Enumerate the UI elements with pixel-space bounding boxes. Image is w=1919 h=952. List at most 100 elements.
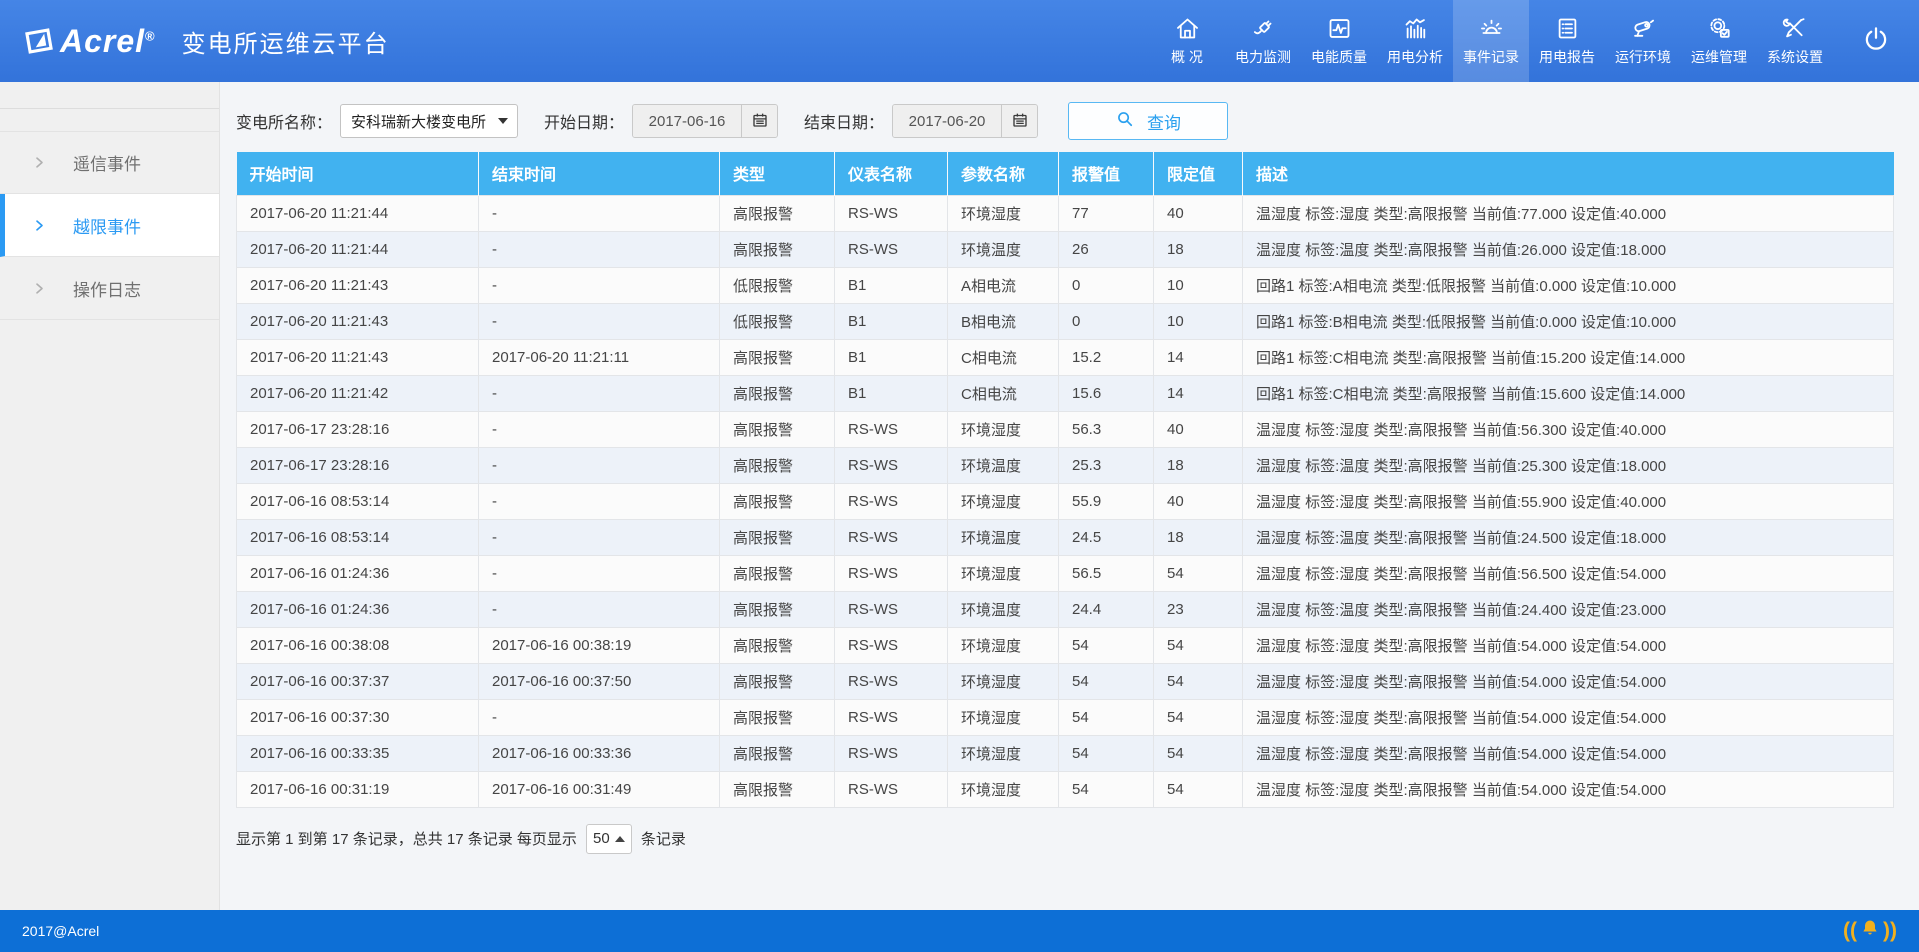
table-cell: 2017-06-20 11:21:42	[237, 375, 479, 411]
table-cell: 温湿度 标签:温度 类型:高限报警 当前值:24.400 设定值:23.000	[1243, 591, 1894, 627]
end-date-input[interactable]	[893, 105, 1001, 137]
table-row: 2017-06-16 00:38:082017-06-16 00:38:19高限…	[237, 627, 1894, 663]
nav-item-chart-box[interactable]: 电能质量	[1301, 0, 1377, 82]
pagination: 显示第 1 到第 17 条记录，总共 17 条记录 每页显示 50 条记录	[236, 824, 1894, 854]
events-table: 开始时间结束时间类型仪表名称参数名称报警值限定值描述 2017-06-20 11…	[236, 152, 1894, 808]
nav-item-gear[interactable]: 运维管理	[1681, 0, 1757, 82]
table-cell: 温湿度 标签:湿度 类型:高限报警 当前值:54.000 设定值:54.000	[1243, 627, 1894, 663]
table-cell: RS-WS	[835, 771, 948, 807]
nav-label: 运维管理	[1691, 47, 1747, 67]
table-cell: 18	[1154, 231, 1243, 267]
table-cell: 高限报警	[720, 519, 835, 555]
column-header: 描述	[1243, 152, 1894, 195]
table-cell: -	[479, 303, 720, 339]
table-cell: 24.4	[1059, 591, 1154, 627]
end-date-calendar-button[interactable]	[1001, 105, 1037, 137]
table-cell: 0	[1059, 267, 1154, 303]
table-cell: C相电流	[948, 339, 1059, 375]
nav-label: 运行环境	[1615, 47, 1671, 67]
table-cell: -	[479, 411, 720, 447]
column-header: 结束时间	[479, 152, 720, 195]
report-icon	[1554, 15, 1581, 42]
table-cell: -	[479, 267, 720, 303]
table-cell: 2017-06-17 23:28:16	[237, 411, 479, 447]
camera-icon	[1630, 15, 1657, 42]
table-cell: 56.5	[1059, 555, 1154, 591]
table-row: 2017-06-20 11:21:43-低限报警B1A相电流010回路1 标签:…	[237, 267, 1894, 303]
sidebar-item-3[interactable]: 操作日志	[0, 257, 219, 320]
table-cell: 14	[1154, 339, 1243, 375]
table-cell: 55.9	[1059, 483, 1154, 519]
chevron-right-icon	[32, 218, 47, 233]
pagination-summary: 显示第 1 到第 17 条记录，总共 17 条记录 每页显示	[236, 828, 577, 849]
table-cell: 高限报警	[720, 447, 835, 483]
table-cell: 40	[1154, 483, 1243, 519]
start-date-input[interactable]	[633, 105, 741, 137]
table-cell: 温湿度 标签:温度 类型:高限报警 当前值:24.500 设定值:18.000	[1243, 519, 1894, 555]
nav-item-bar-chart[interactable]: 用电分析	[1377, 0, 1453, 82]
chevron-down-icon	[498, 118, 508, 124]
table-cell: 高限报警	[720, 411, 835, 447]
sidebar: 遥信事件 越限事件 操作日志	[0, 82, 220, 910]
nav-item-camera[interactable]: 运行环境	[1605, 0, 1681, 82]
nav-item-plug[interactable]: 电力监测	[1225, 0, 1301, 82]
table-row: 2017-06-20 11:21:44-高限报警RS-WS环境温度2618温湿度…	[237, 231, 1894, 267]
table-cell: 温湿度 标签:湿度 类型:高限报警 当前值:54.000 设定值:54.000	[1243, 735, 1894, 771]
nav-item-tools[interactable]: 系统设置	[1757, 0, 1833, 82]
table-cell: RS-WS	[835, 699, 948, 735]
page-title: 变电所运维云平台	[182, 24, 390, 59]
table-cell: -	[479, 591, 720, 627]
column-header: 限定值	[1154, 152, 1243, 195]
table-cell: 高限报警	[720, 375, 835, 411]
home-icon	[1174, 15, 1201, 42]
sidebar-item-1[interactable]: 遥信事件	[0, 131, 219, 194]
calendar-icon	[751, 111, 769, 132]
table-cell: 环境湿度	[948, 483, 1059, 519]
nav-label: 用电报告	[1539, 47, 1595, 67]
table-body: 2017-06-20 11:21:44-高限报警RS-WS环境湿度7740温湿度…	[237, 195, 1894, 807]
table-cell: 54	[1154, 699, 1243, 735]
bell-wave-left: ((	[1843, 919, 1857, 943]
table-cell: 24.5	[1059, 519, 1154, 555]
table-cell: RS-WS	[835, 591, 948, 627]
table-row: 2017-06-16 08:53:14-高限报警RS-WS环境湿度55.940温…	[237, 483, 1894, 519]
table-cell: 54	[1154, 771, 1243, 807]
start-date-calendar-button[interactable]	[741, 105, 777, 137]
table-cell: 54	[1059, 735, 1154, 771]
nav-item-report[interactable]: 用电报告	[1529, 0, 1605, 82]
table-cell: B1	[835, 339, 948, 375]
table-cell: RS-WS	[835, 231, 948, 267]
table-cell: 环境温度	[948, 591, 1059, 627]
column-header: 参数名称	[948, 152, 1059, 195]
table-cell: B1	[835, 303, 948, 339]
nav-item-home[interactable]: 概 况	[1149, 0, 1225, 82]
search-button[interactable]: 查询	[1068, 102, 1228, 140]
table-cell: 54	[1154, 663, 1243, 699]
table-cell: 环境温度	[948, 447, 1059, 483]
table-cell: B1	[835, 267, 948, 303]
sidebar-item-2[interactable]: 越限事件	[0, 194, 219, 257]
table-cell: 54	[1154, 735, 1243, 771]
table-cell: 温湿度 标签:湿度 类型:高限报警 当前值:56.500 设定值:54.000	[1243, 555, 1894, 591]
station-label: 变电所名称：	[236, 109, 332, 133]
tools-icon	[1782, 15, 1809, 42]
table-cell: 2017-06-16 00:33:35	[237, 735, 479, 771]
table-cell: 25.3	[1059, 447, 1154, 483]
logout-power-button[interactable]	[1833, 0, 1919, 82]
table-cell: 温湿度 标签:湿度 类型:高限报警 当前值:56.300 设定值:40.000	[1243, 411, 1894, 447]
sidebar-item-label: 遥信事件	[73, 150, 141, 175]
nav-label: 系统设置	[1767, 47, 1823, 67]
table-cell: -	[479, 555, 720, 591]
page-size-select[interactable]: 50	[586, 824, 632, 854]
table-cell: 高限报警	[720, 591, 835, 627]
table-cell: 温湿度 标签:温度 类型:高限报警 当前值:26.000 设定值:18.000	[1243, 231, 1894, 267]
table-cell: 54	[1059, 771, 1154, 807]
table-cell: RS-WS	[835, 663, 948, 699]
bar-chart-icon	[1402, 15, 1429, 42]
station-select[interactable]: 安科瑞新大楼变电所	[340, 104, 518, 138]
notification-bell-button[interactable]: (( ))	[1843, 916, 1897, 946]
nav-item-alarm[interactable]: 事件记录	[1453, 0, 1529, 82]
column-header: 报警值	[1059, 152, 1154, 195]
table-cell: 高限报警	[720, 195, 835, 231]
table-cell: 2017-06-16 00:33:36	[479, 735, 720, 771]
